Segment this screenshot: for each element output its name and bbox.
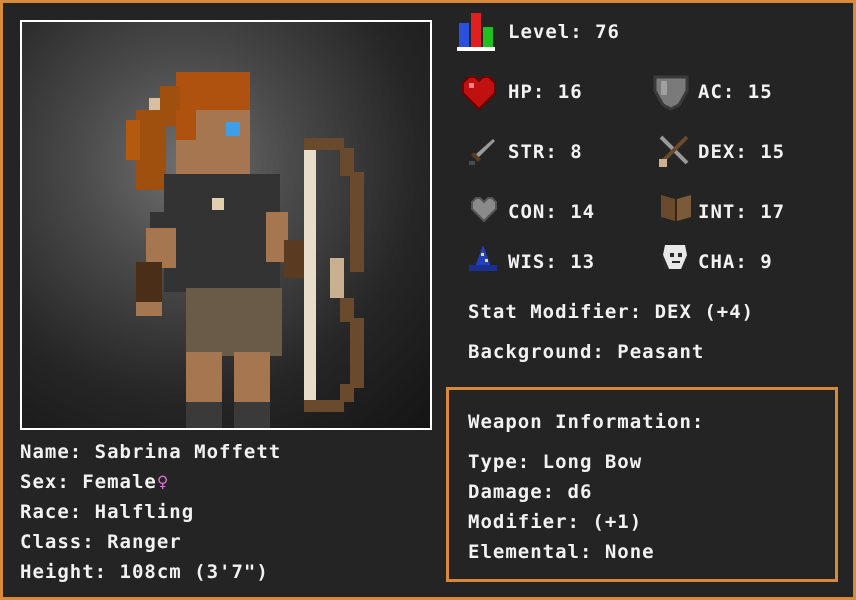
str-value: STR: 8 — [508, 141, 583, 163]
female-symbol-icon: ♀ — [156, 471, 170, 493]
wizard-hat-icon — [469, 245, 497, 271]
weapon-elemental: Elemental: None — [468, 541, 655, 563]
stat-modifier: Stat Modifier: DEX (+4) — [468, 301, 755, 323]
ac-value: AC: 15 — [698, 81, 773, 103]
weapon-damage: Damage: d6 — [468, 481, 593, 503]
cha-value: CHA: 9 — [698, 251, 773, 273]
con-value: CON: 14 — [508, 201, 596, 223]
character-name: Name: Sabrina Moffett — [20, 441, 282, 463]
int-value: INT: 17 — [698, 201, 786, 223]
hp-value: HP: 16 — [508, 81, 583, 103]
character-class: Class: Ranger — [20, 531, 182, 553]
character-card: Name: Sabrina Moffett Sex: Female♀ Race:… — [0, 0, 856, 600]
heart-icon — [462, 76, 496, 111]
weapon-type: Type: Long Bow — [468, 451, 643, 473]
character-race: Race: Halfling — [20, 501, 195, 523]
sword-icon — [469, 139, 495, 165]
character-height: Height: 108cm (3'7") — [20, 561, 269, 583]
weapon-header: Weapon Information: — [468, 411, 705, 433]
halfling-ranger-sprite — [126, 72, 364, 428]
character-portrait — [20, 20, 432, 430]
gray-heart-icon — [471, 197, 497, 223]
level-bars-icon — [457, 13, 495, 51]
character-sex: Sex: Female♀ — [20, 471, 169, 493]
book-icon — [661, 195, 691, 221]
dex-value: DEX: 15 — [698, 141, 786, 163]
background: Background: Peasant — [468, 341, 705, 363]
crossed-daggers-icon — [659, 135, 689, 167]
sex-label: Sex: Female — [20, 471, 157, 493]
shield-icon — [653, 75, 689, 111]
wis-value: WIS: 13 — [508, 251, 596, 273]
level-value: Level: 76 — [508, 21, 620, 43]
weapon-modifier: Modifier: (+1) — [468, 511, 643, 533]
mask-icon — [661, 245, 687, 269]
